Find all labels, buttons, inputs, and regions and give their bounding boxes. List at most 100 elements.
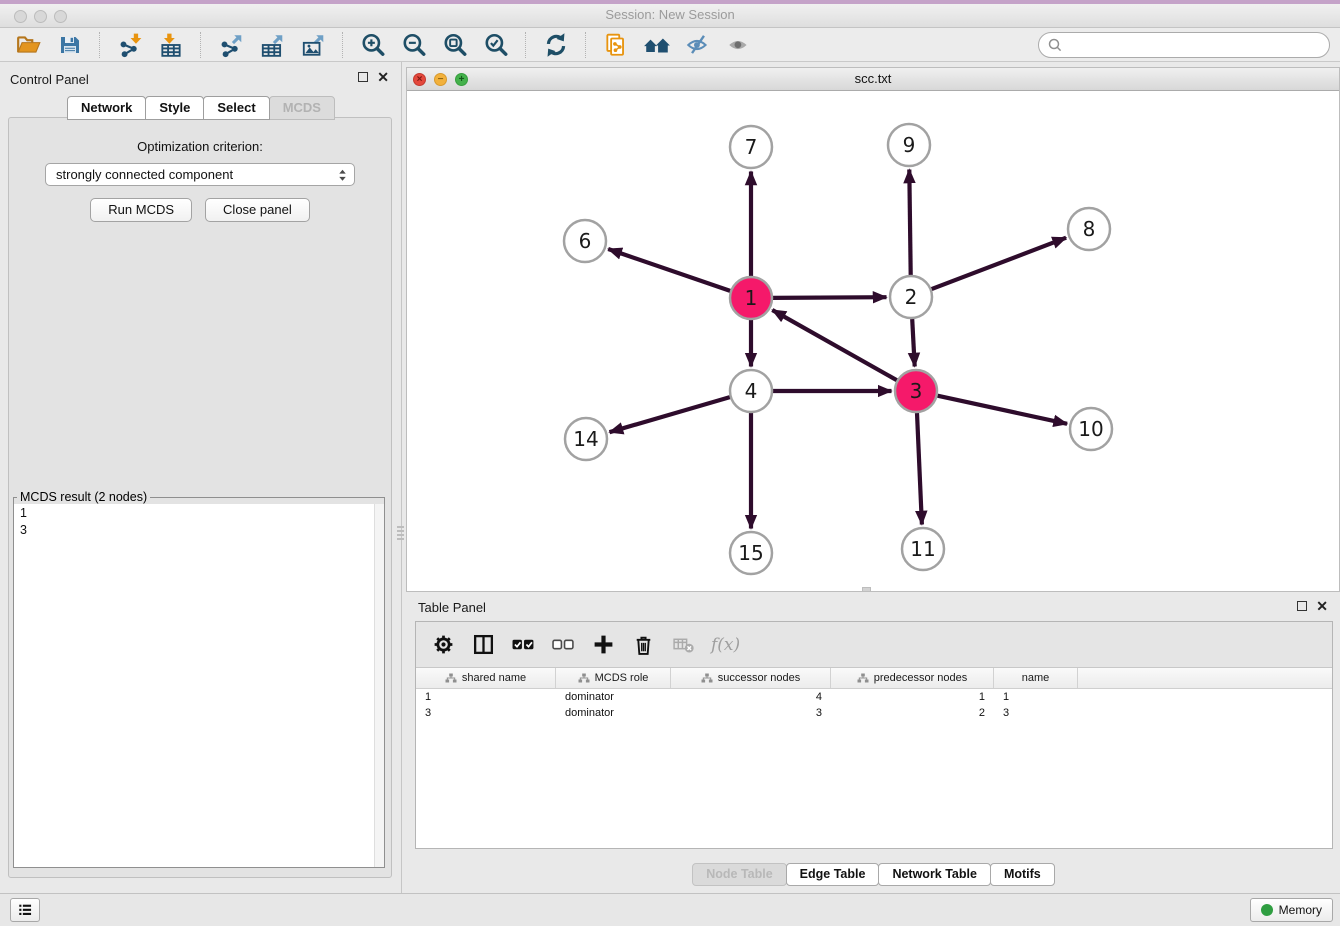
criterion-dropdown[interactable]: strongly connected component	[45, 163, 355, 186]
table-panel-tabs: Node TableEdge TableNetwork TableMotifs	[406, 863, 1340, 886]
graph-node-label-2: 2	[905, 285, 918, 309]
table-row[interactable]: 1dominator411	[416, 689, 1332, 705]
window-titlebar: Session: New Session	[0, 0, 1340, 28]
task-history-button[interactable]	[10, 898, 40, 922]
select-all-checkboxes-icon[interactable]	[511, 633, 535, 656]
graph-edge-3-11[interactable]	[917, 413, 922, 525]
table-cell: 1	[994, 689, 1078, 705]
network-maximize-icon[interactable]: +	[455, 73, 468, 86]
control-panel: Control Panel ✕ NetworkStyleSelectMCDS O…	[0, 62, 402, 893]
close-table-panel-icon[interactable]: ✕	[1316, 601, 1328, 611]
save-session-icon[interactable]	[54, 30, 85, 60]
memory-button[interactable]: Memory	[1250, 898, 1333, 922]
import-table-icon[interactable]	[155, 30, 186, 60]
graph-edge-4-14[interactable]	[610, 397, 730, 432]
tab-motifs[interactable]: Motifs	[990, 863, 1055, 886]
delete-column-icon[interactable]	[631, 633, 655, 656]
table-cell: 1	[831, 689, 994, 705]
column-header-label: name	[1022, 672, 1050, 684]
panel-splitter-grip[interactable]	[397, 526, 404, 542]
column-header-shared-name[interactable]: shared name	[416, 668, 556, 688]
toolbar-separator	[525, 32, 526, 58]
graph-edge-3-10[interactable]	[938, 396, 1068, 424]
column-header-predecessor-nodes[interactable]: predecessor nodes	[831, 668, 994, 688]
graph-node-label-3: 3	[910, 379, 923, 403]
table-cell: dominator	[556, 705, 671, 721]
mcds-result-title: MCDS result (2 nodes)	[17, 490, 150, 504]
attribute-tree-icon	[857, 673, 869, 683]
show-all-icon[interactable]	[723, 30, 754, 60]
column-header-MCDS-role[interactable]: MCDS role	[556, 668, 671, 688]
table-row[interactable]: 3dominator323	[416, 705, 1332, 721]
zoom-in-icon[interactable]	[357, 30, 388, 60]
float-panel-icon[interactable]	[358, 72, 368, 82]
column-header-label: successor nodes	[718, 672, 801, 684]
export-network-icon[interactable]	[215, 30, 246, 60]
table-cell: 3	[994, 705, 1078, 721]
graph-edge-2-3[interactable]	[912, 319, 915, 367]
mcds-panel: Optimization criterion: strongly connect…	[8, 117, 392, 878]
graph-node-label-6: 6	[579, 229, 592, 253]
network-window-titlebar[interactable]: × − + scc.txt	[407, 68, 1339, 91]
tab-network[interactable]: Network	[67, 96, 146, 120]
mcds-result-box[interactable]: 13	[14, 504, 384, 867]
hide-selected-icon[interactable]	[682, 30, 713, 60]
result-scrollbar[interactable]	[374, 504, 384, 867]
application-window: Session: New Session	[0, 0, 1340, 926]
tab-node-table[interactable]: Node Table	[692, 863, 786, 886]
tab-style[interactable]: Style	[145, 96, 204, 120]
toolbar-separator	[342, 32, 343, 58]
list-icon	[16, 901, 34, 919]
zoom-fit-icon[interactable]	[439, 30, 470, 60]
network-canvas[interactable]: 7968124314101511	[407, 91, 1339, 591]
mcds-result-fieldset: MCDS result (2 nodes) 13	[13, 490, 385, 868]
graph-node-label-14: 14	[573, 427, 598, 451]
refresh-network-icon[interactable]	[540, 30, 571, 60]
tab-edge-table[interactable]: Edge Table	[786, 863, 880, 886]
search-input[interactable]	[1064, 35, 1329, 55]
new-network-from-file-icon[interactable]	[600, 30, 631, 60]
main-toolbar	[0, 28, 1340, 62]
graph-node-label-8: 8	[1083, 217, 1096, 241]
zoom-selected-icon[interactable]	[480, 30, 511, 60]
graph-node-label-1: 1	[745, 286, 758, 310]
float-table-panel-icon[interactable]	[1297, 601, 1307, 611]
export-table-icon[interactable]	[256, 30, 287, 60]
tab-select[interactable]: Select	[203, 96, 269, 120]
column-header-name[interactable]: name	[994, 668, 1078, 688]
tab-mcds[interactable]: MCDS	[269, 96, 335, 120]
column-header-successor-nodes[interactable]: successor nodes	[671, 668, 831, 688]
import-network-icon[interactable]	[114, 30, 145, 60]
settings-gear-icon[interactable]	[431, 633, 455, 656]
close-panel-icon[interactable]: ✕	[377, 72, 389, 82]
column-header-label: predecessor nodes	[874, 672, 968, 684]
graph-edge-3-1[interactable]	[772, 310, 897, 380]
export-image-icon[interactable]	[297, 30, 328, 60]
graph-edge-2-8[interactable]	[932, 238, 1067, 289]
criterion-dropdown-value: strongly connected component	[56, 167, 233, 182]
search-box	[1038, 32, 1330, 58]
first-neighbors-icon[interactable]	[641, 30, 672, 60]
column-header-label: MCDS role	[595, 672, 649, 684]
function-builder-icon[interactable]: f(x)	[711, 635, 740, 655]
toolbar-separator	[99, 32, 100, 58]
open-session-icon[interactable]	[13, 30, 44, 60]
mcds-result-line: 1	[20, 505, 378, 522]
zoom-out-icon[interactable]	[398, 30, 429, 60]
column-layout-icon[interactable]	[471, 633, 495, 656]
table-toolbar: f(x)	[416, 622, 1332, 668]
close-panel-button[interactable]: Close panel	[205, 198, 310, 222]
deselect-all-checkboxes-icon[interactable]	[551, 633, 575, 656]
memory-status-icon	[1261, 904, 1273, 916]
delete-table-icon[interactable]	[671, 633, 695, 656]
mcds-result-line: 3	[20, 522, 378, 539]
add-column-icon[interactable]	[591, 633, 615, 656]
network-minimize-icon[interactable]: −	[434, 73, 447, 86]
status-bar: Memory	[0, 893, 1340, 926]
graph-edge-1-6[interactable]	[608, 249, 730, 291]
run-mcds-button[interactable]: Run MCDS	[90, 198, 192, 222]
tab-network-table[interactable]: Network Table	[878, 863, 991, 886]
graph-edge-1-2[interactable]	[773, 297, 887, 298]
network-close-icon[interactable]: ×	[413, 73, 426, 86]
graph-edge-2-9[interactable]	[909, 170, 910, 276]
